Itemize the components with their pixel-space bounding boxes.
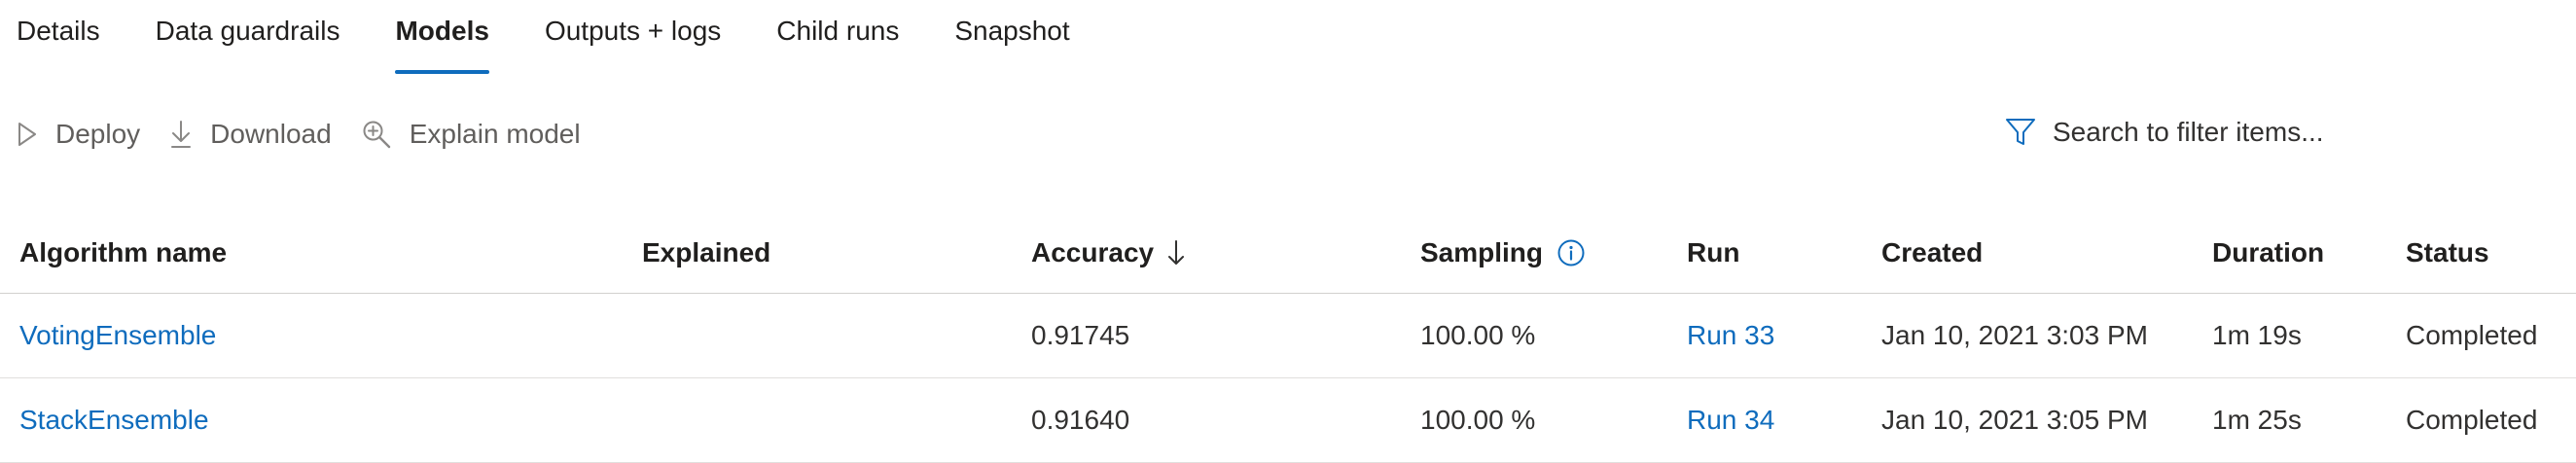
run-link[interactable]: Run 33	[1687, 294, 1774, 377]
tab-outputs-logs[interactable]: Outputs + logs	[545, 0, 721, 76]
filter-icon	[2004, 116, 2053, 149]
tab-bar: Details Data guardrails Models Outputs +…	[0, 0, 1126, 76]
deploy-button[interactable]: Deploy	[17, 119, 140, 150]
filter-placeholder: Search to filter items...	[2053, 117, 2324, 147]
created-cell: Jan 10, 2021 3:03 PM	[1881, 320, 2148, 350]
algorithm-name-link[interactable]: StackEnsemble	[19, 378, 209, 462]
column-header-accuracy[interactable]: Accuracy	[1031, 212, 1185, 293]
sort-descending-icon	[1167, 238, 1185, 267]
column-header-status[interactable]: Status	[2406, 212, 2489, 293]
tab-models[interactable]: Models	[395, 0, 490, 76]
tab-child-runs[interactable]: Child runs	[776, 0, 899, 76]
zoom-in-icon	[361, 119, 410, 150]
sampling-cell: 100.00 %	[1420, 405, 1536, 435]
info-icon[interactable]	[1556, 238, 1586, 267]
sampling-header-label: Sampling	[1420, 236, 1544, 267]
models-table: Algorithm name Explained Accuracy Sampli…	[0, 212, 2576, 463]
column-header-created[interactable]: Created	[1881, 212, 1983, 293]
download-label: Download	[210, 119, 332, 149]
table-row[interactable]: StackEnsemble 0.91640 100.00 % Run 34 Ja…	[0, 378, 2576, 463]
duration-cell: 1m 19s	[2212, 320, 2302, 350]
created-cell: Jan 10, 2021 3:05 PM	[1881, 405, 2148, 435]
duration-cell: 1m 25s	[2212, 405, 2302, 435]
sampling-cell: 100.00 %	[1420, 320, 1536, 350]
algorithm-name-link[interactable]: VotingEnsemble	[19, 294, 216, 377]
deploy-label: Deploy	[55, 119, 141, 149]
tab-snapshot[interactable]: Snapshot	[954, 0, 1069, 76]
column-header-sampling[interactable]: Sampling	[1420, 212, 1586, 293]
status-cell: Completed	[2406, 320, 2538, 350]
column-header-algorithm[interactable]: Algorithm name	[19, 212, 227, 293]
accuracy-cell: 0.91640	[1031, 405, 1130, 435]
accuracy-cell: 0.91745	[1031, 320, 1130, 350]
filter-search[interactable]: Search to filter items...	[2004, 107, 2324, 158]
column-header-duration[interactable]: Duration	[2212, 212, 2324, 293]
column-header-run[interactable]: Run	[1687, 212, 1739, 293]
tab-details[interactable]: Details	[17, 0, 100, 76]
command-bar: Deploy Download Explain model	[17, 109, 610, 160]
status-cell: Completed	[2406, 405, 2538, 435]
table-header-row: Algorithm name Explained Accuracy Sampli…	[0, 212, 2576, 294]
accuracy-header-label: Accuracy	[1031, 236, 1155, 267]
tab-data-guardrails[interactable]: Data guardrails	[156, 0, 340, 76]
play-icon	[17, 121, 55, 148]
download-icon	[169, 119, 210, 150]
column-header-explained[interactable]: Explained	[642, 212, 770, 293]
explain-model-button[interactable]: Explain model	[361, 119, 581, 150]
explain-model-label: Explain model	[409, 119, 581, 149]
download-button[interactable]: Download	[169, 119, 332, 150]
run-link[interactable]: Run 34	[1687, 378, 1774, 462]
table-row[interactable]: VotingEnsemble 0.91745 100.00 % Run 33 J…	[0, 294, 2576, 378]
